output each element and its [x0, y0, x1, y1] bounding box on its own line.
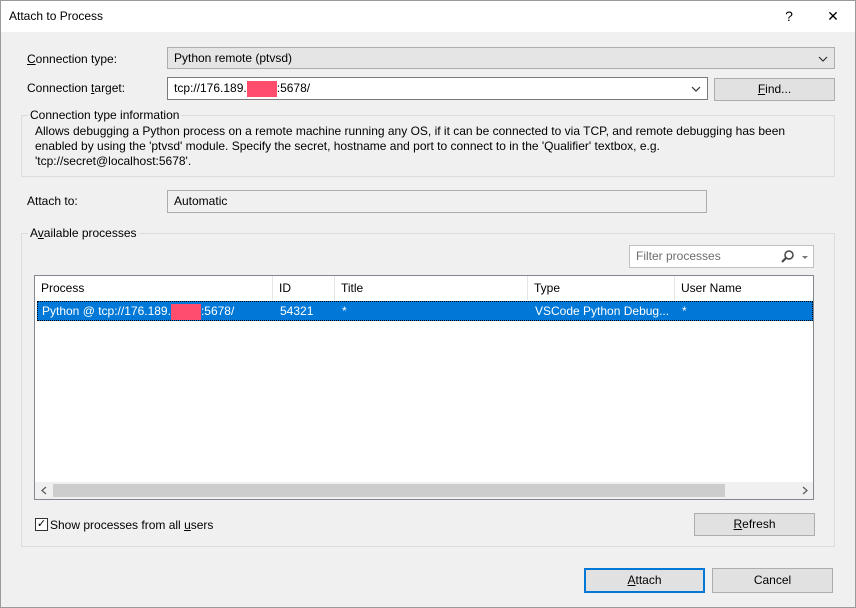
processes-list[interactable]: Process ID Title Type User Name Python @…: [34, 275, 814, 500]
connection-type-label: Connection type:: [27, 52, 118, 66]
type-cell: VSCode Python Debug...: [535, 304, 670, 318]
connection-type-info-title: Connection type information: [28, 108, 182, 122]
connection-target-input[interactable]: tcp://176.189.:5678/: [167, 77, 708, 100]
horizontal-scrollbar[interactable]: [35, 482, 813, 499]
connection-type-select[interactable]: Python remote (ptvsd): [167, 47, 835, 69]
close-icon: ✕: [827, 8, 839, 24]
info-line-1: Allows debugging a Python process on a r…: [35, 124, 786, 138]
title-bar: Attach to Process ? ✕: [1, 1, 855, 32]
column-header-process[interactable]: Process: [35, 276, 273, 300]
filter-processes-input[interactable]: Filter processes: [629, 245, 814, 268]
scroll-left-icon[interactable]: [35, 482, 52, 499]
info-line-3: 'tcp://secret@localhost:5678'.: [35, 154, 192, 168]
title-cell: *: [342, 304, 347, 318]
column-header-id[interactable]: ID: [273, 276, 335, 300]
column-header-type[interactable]: Type: [528, 276, 675, 300]
connection-target-label: Connection target:: [27, 81, 126, 95]
help-icon: ?: [785, 8, 793, 24]
scroll-right-icon[interactable]: [796, 482, 813, 499]
chevron-down-icon[interactable]: [801, 246, 809, 274]
info-line-2: enabled by using the 'ptvsd' module. Spe…: [35, 139, 660, 153]
attach-button[interactable]: Attach: [584, 568, 705, 593]
table-row[interactable]: Python @ tcp://176.189.:5678/ 54321 * VS…: [37, 301, 813, 321]
column-header-title[interactable]: Title: [335, 276, 528, 300]
find-button[interactable]: Find...: [714, 78, 835, 101]
attach-to-process-dialog: Attach to Process ? ✕ Connection type: P…: [0, 0, 856, 608]
connection-target-value: tcp://176.189.:5678/: [174, 80, 311, 97]
filter-placeholder: Filter processes: [636, 249, 721, 263]
show-all-users-checkbox[interactable]: ✓: [35, 518, 48, 531]
attach-to-value: Automatic: [174, 194, 228, 208]
cancel-button[interactable]: Cancel: [712, 568, 833, 593]
chevron-down-icon: [818, 48, 828, 78]
window-title: Attach to Process: [9, 9, 104, 23]
available-processes-title: Available processes: [28, 226, 139, 240]
redaction-mark: [170, 303, 201, 320]
attach-to-field[interactable]: Automatic: [167, 190, 707, 213]
scrollbar-thumb[interactable]: [53, 484, 725, 497]
process-cell: Python @ tcp://176.189.:5678/: [42, 303, 235, 320]
close-button[interactable]: ✕: [813, 1, 853, 32]
column-header-user-name[interactable]: User Name: [675, 276, 813, 300]
search-icon[interactable]: [781, 250, 795, 270]
user-name-cell: *: [682, 304, 687, 318]
chevron-down-icon[interactable]: [691, 78, 701, 108]
connection-type-value: Python remote (ptvsd): [174, 51, 293, 65]
id-cell: 54321: [280, 304, 314, 318]
show-all-users-label[interactable]: Show processes from all users: [50, 518, 213, 532]
attach-to-label: Attach to:: [27, 194, 78, 208]
refresh-button[interactable]: Refresh: [694, 513, 815, 536]
redaction-mark: [246, 80, 277, 97]
help-button[interactable]: ?: [769, 1, 809, 32]
